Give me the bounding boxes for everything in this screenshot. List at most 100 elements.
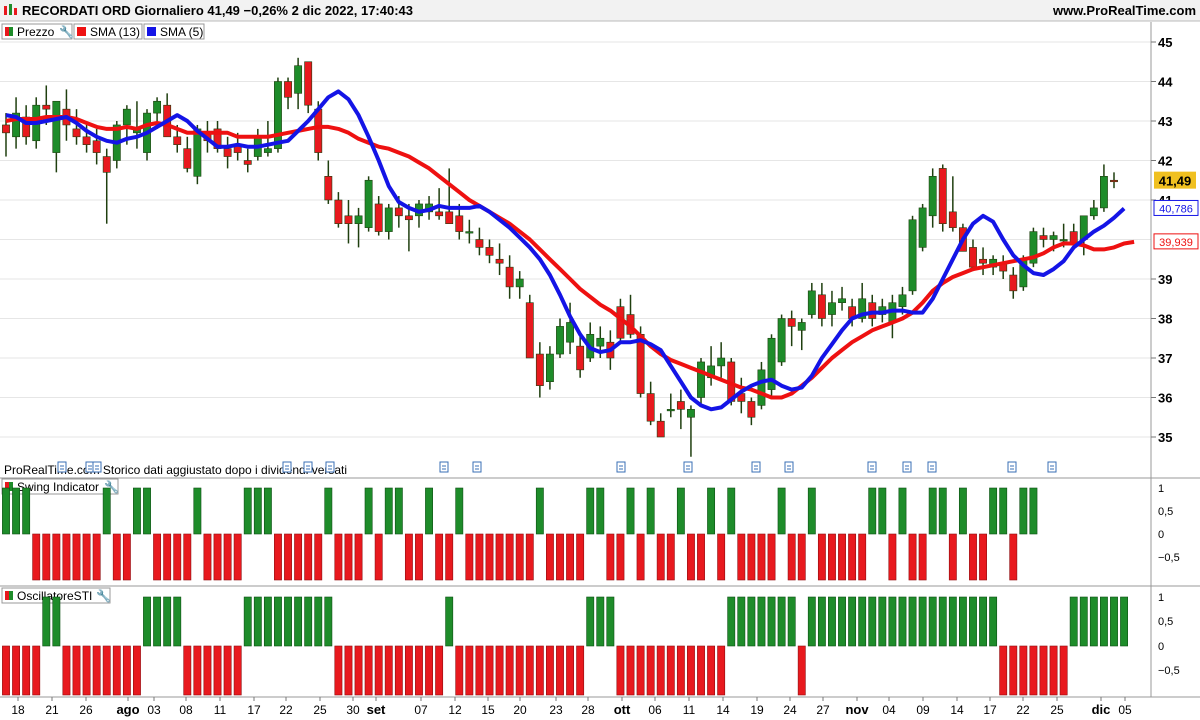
stock-chart: RECORDATI ORD Giornaliero 41,49 −0,26% 2… — [0, 0, 1200, 717]
candle-body — [1110, 179, 1118, 183]
candle — [102, 148, 111, 224]
candle-body — [2, 124, 10, 134]
indicator-bar-down — [354, 645, 363, 696]
indicator-bar-down — [213, 533, 222, 581]
dividend-note: ProRealTime.com Storico dati aggiustato … — [4, 463, 347, 477]
candle-body — [525, 302, 534, 359]
svg-text:39,939: 39,939 — [1159, 237, 1193, 249]
candle — [777, 314, 786, 366]
indicator-bar-up — [989, 596, 998, 647]
price-tick-label: 37 — [1158, 351, 1172, 366]
indicator-bar-down — [223, 533, 232, 581]
indicator-bar-down — [908, 533, 917, 581]
candle — [52, 100, 61, 173]
candle-body — [475, 239, 484, 248]
indicator-bar-down — [666, 645, 675, 696]
legend-sma13-label: SMA (13) — [90, 25, 140, 39]
candle-body — [314, 108, 323, 153]
indicator-bar-up — [938, 596, 947, 647]
x-tick-label: set — [367, 702, 386, 717]
dividend-icon — [472, 461, 482, 473]
candle-body — [1009, 274, 1018, 292]
candle — [1029, 227, 1038, 268]
candle-body — [102, 156, 111, 173]
indicator-bar-up — [133, 487, 141, 535]
legend-sma5-label: SMA (5) — [160, 25, 203, 39]
indicator-bar-down — [122, 645, 131, 696]
candle-body — [948, 211, 957, 228]
candle — [344, 200, 353, 244]
candle-body — [324, 176, 333, 201]
indicator-bar-up — [958, 596, 967, 647]
indicator-bar-up — [878, 487, 887, 535]
legend-sma5[interactable]: SMA (5) — [143, 23, 205, 40]
indicator-bar-up — [384, 487, 393, 535]
candle-body — [908, 219, 917, 292]
candle-body — [223, 148, 232, 157]
candle-body — [838, 298, 846, 304]
indicator-bar-down — [62, 533, 71, 581]
indicator-bar-up — [163, 596, 172, 647]
x-tick-label: 17 — [983, 703, 997, 717]
indicator-bar-up — [1019, 487, 1028, 535]
indicator-bar-down — [112, 533, 121, 581]
candle — [515, 271, 524, 299]
x-tick-label: 25 — [1050, 703, 1064, 717]
indicator-bar-down — [32, 533, 41, 581]
indicator-bar-up — [294, 596, 303, 647]
brand-link[interactable]: www.ProRealTime.com — [1052, 3, 1196, 18]
indicator-bar-up — [606, 596, 615, 647]
indicator-bar-up — [425, 487, 433, 535]
x-tick-label: 24 — [783, 703, 797, 717]
indicator-bar-down — [656, 533, 665, 581]
candle-body — [394, 207, 403, 217]
legend-sma13[interactable]: SMA (13) — [73, 23, 143, 40]
candle — [556, 318, 564, 358]
candle-body — [1100, 176, 1108, 209]
candle-body — [1039, 235, 1048, 240]
indicator-bar-down — [717, 533, 726, 581]
legend-price-label: Prezzo — [17, 25, 55, 39]
last-price-badge: 41,49 — [1154, 171, 1196, 189]
indicator-bar-down — [616, 645, 625, 696]
candle-body — [928, 176, 937, 217]
indicator-bar-down — [495, 645, 504, 696]
price-tick-label: 44 — [1158, 75, 1173, 90]
indicator-bar-down — [747, 533, 756, 581]
indicator-bar-up — [253, 487, 262, 535]
indicator-bar-down — [525, 645, 534, 696]
candle-body — [556, 326, 564, 355]
indicator-bar-up — [767, 596, 776, 647]
indicator-bar-down — [394, 645, 403, 696]
candle — [304, 61, 313, 114]
indicator-bar-down — [203, 533, 212, 581]
indicator-bar-down — [556, 533, 564, 581]
indicator-bar-up — [455, 487, 464, 535]
candle-body — [183, 148, 192, 169]
wrench-icon[interactable]: 🔧 — [96, 588, 111, 603]
wrench-icon[interactable]: 🔧 — [59, 24, 74, 39]
indicator-bar-down — [485, 645, 494, 696]
dividend-icon — [751, 461, 761, 473]
candle-body — [404, 215, 413, 221]
swing-bars — [2, 487, 1038, 581]
candle-body — [72, 128, 81, 138]
indicator-bar-up — [1069, 596, 1078, 647]
indicator-bar-down — [838, 533, 846, 581]
indicator-bar-down — [173, 533, 182, 581]
legend-price[interactable]: Prezzo 🔧 — [1, 23, 74, 40]
dividend-icon — [325, 461, 335, 473]
indicator-bar-down — [233, 533, 242, 581]
indicator-bar-down — [233, 645, 242, 696]
candle-body — [535, 353, 544, 386]
candle-body — [445, 211, 454, 225]
indicator-bar-down — [697, 645, 705, 696]
indicator-bar-up — [314, 596, 323, 647]
candle — [505, 255, 514, 299]
indicator-bar-down — [616, 533, 625, 581]
indicator-bar-up — [928, 596, 937, 647]
sti-tick-label: 0,5 — [1158, 616, 1173, 628]
x-tick-label: 18 — [11, 703, 25, 717]
candle — [415, 200, 423, 228]
candle — [1039, 227, 1048, 248]
